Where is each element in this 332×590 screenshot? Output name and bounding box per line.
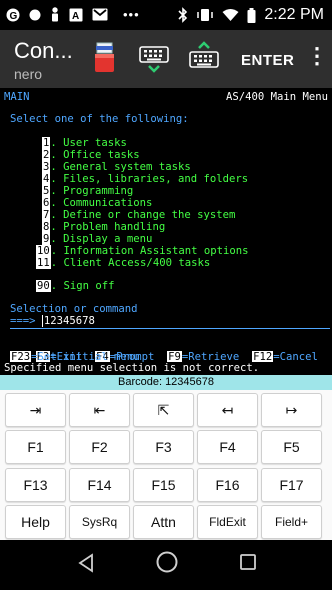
key-f1[interactable]: F1 [5,430,66,464]
menu-option[interactable]: 11. Client Access/400 tasks [36,257,210,269]
key-f2[interactable]: F2 [69,430,130,464]
status-bar: G A ••• 2:22 PM [0,0,332,30]
overflow-menu-icon[interactable]: ⋮ [306,45,328,67]
menu-option-text: . Define or change the system [50,209,236,221]
enter-button[interactable]: ENTER [241,52,294,69]
session-title[interactable]: Con... [14,38,73,64]
menu-option-text: . Problem handling [50,221,166,233]
menu-option[interactable]: 10. Information Assistant options [36,245,248,257]
menu-option[interactable]: 6. Communications [42,197,152,209]
field-plus-button[interactable]: Field+ [261,505,322,539]
field-exit-button[interactable]: FldExit [197,505,258,539]
function-keypad: ⇥ ⇤ ⇱ ↤ ↦ F1 F2 F3 F4 F5 F13 F14 F15 F16… [0,390,332,540]
menu-option-text: . Office tasks [50,149,140,161]
help-button[interactable]: Help [5,505,66,539]
key-f15[interactable]: F15 [133,468,194,502]
menu-option-number: 11 [36,257,51,269]
tab-left-icon[interactable]: ⇤ [69,393,130,427]
command-label: Selection or command [10,303,138,315]
command-input[interactable]: 12345678 [41,315,95,327]
recents-icon[interactable] [240,554,256,570]
key-f4[interactable]: F4 [197,430,258,464]
screen-title: AS/400 Main Menu [226,91,329,103]
person-icon [52,7,58,22]
menu-option-text: . Information Assistant options [50,245,249,257]
bluetooth-icon [178,7,188,23]
battery-icon [247,7,256,23]
key-f13[interactable]: F13 [5,468,66,502]
command-line[interactable]: ===> 12345678 [10,315,95,327]
key-f16[interactable]: F16 [197,468,258,502]
back-icon[interactable] [77,553,95,573]
menu-option-number: 10 [36,245,51,257]
menu-option[interactable]: 2. Office tasks [42,149,140,161]
svg-text:A: A [72,11,79,22]
menu-option[interactable]: 7. Define or change the system [42,209,235,221]
menu-option[interactable]: 4. Files, libraries, and folders [42,173,248,185]
home-icon[interactable]: ⇱ [133,393,194,427]
terminal-screen[interactable]: MAIN AS/400 Main Menu Select one of the … [0,88,332,375]
notification-dot-icon [29,9,41,20]
menu-option-text: . General system tasks [50,161,191,173]
menu-option-text: . Programming [50,185,134,197]
svg-text:G: G [10,11,18,22]
status-time: 2:22 PM [264,6,324,23]
menu-option[interactable]: 8. Problem handling [42,221,165,233]
key-f14[interactable]: F14 [69,468,130,502]
session-subtitle: nero [14,66,43,82]
key-f5[interactable]: F5 [261,430,322,464]
divider [10,328,330,329]
vibrate-icon [197,9,214,21]
menu-option-text: . Display a menu [50,233,153,245]
keyboard-hide-icon[interactable] [136,40,172,76]
gmail-icon [92,8,108,21]
error-message: Specified menu selection is not correct. [0,362,332,375]
menu-option-text: . Client Access/400 tasks [50,257,211,269]
google-icon: G [6,8,20,22]
navigation-bar [0,540,332,590]
tab-right-icon[interactable]: ⇥ [5,393,66,427]
signoff-option[interactable]: 90. Sign off [36,280,115,292]
barcode-bar: Barcode: 12345678 [0,375,332,390]
menu-prompt: Select one of the following: [10,113,189,125]
menu-option[interactable]: 3. General system tasks [42,161,191,173]
keyboard-show-icon[interactable] [186,40,222,76]
backspace-icon[interactable]: ↤ [197,393,258,427]
key-f3[interactable]: F3 [133,430,194,464]
menu-option[interactable]: 5. Programming [42,185,133,197]
sysrq-button[interactable]: SysRq [69,505,130,539]
cursor-right-icon[interactable]: ↦ [261,393,322,427]
screen-id: MAIN [4,91,30,103]
home-icon[interactable] [156,551,178,573]
menu-option[interactable]: 1. User tasks [42,137,127,149]
wifi-icon [222,9,239,21]
a-icon: A [69,8,83,22]
app-bar: Con... nero ENTER ⋮ [0,30,332,88]
menu-option-text: . User tasks [50,137,127,149]
menu-option-text: . Communications [50,197,153,209]
more-dots-icon: ••• [123,7,140,22]
clear-field-icon[interactable] [86,40,122,76]
key-f17[interactable]: F17 [261,468,322,502]
menu-option-text: . Files, libraries, and folders [50,173,249,185]
menu-option[interactable]: 9. Display a menu [42,233,152,245]
attn-button[interactable]: Attn [133,505,194,539]
